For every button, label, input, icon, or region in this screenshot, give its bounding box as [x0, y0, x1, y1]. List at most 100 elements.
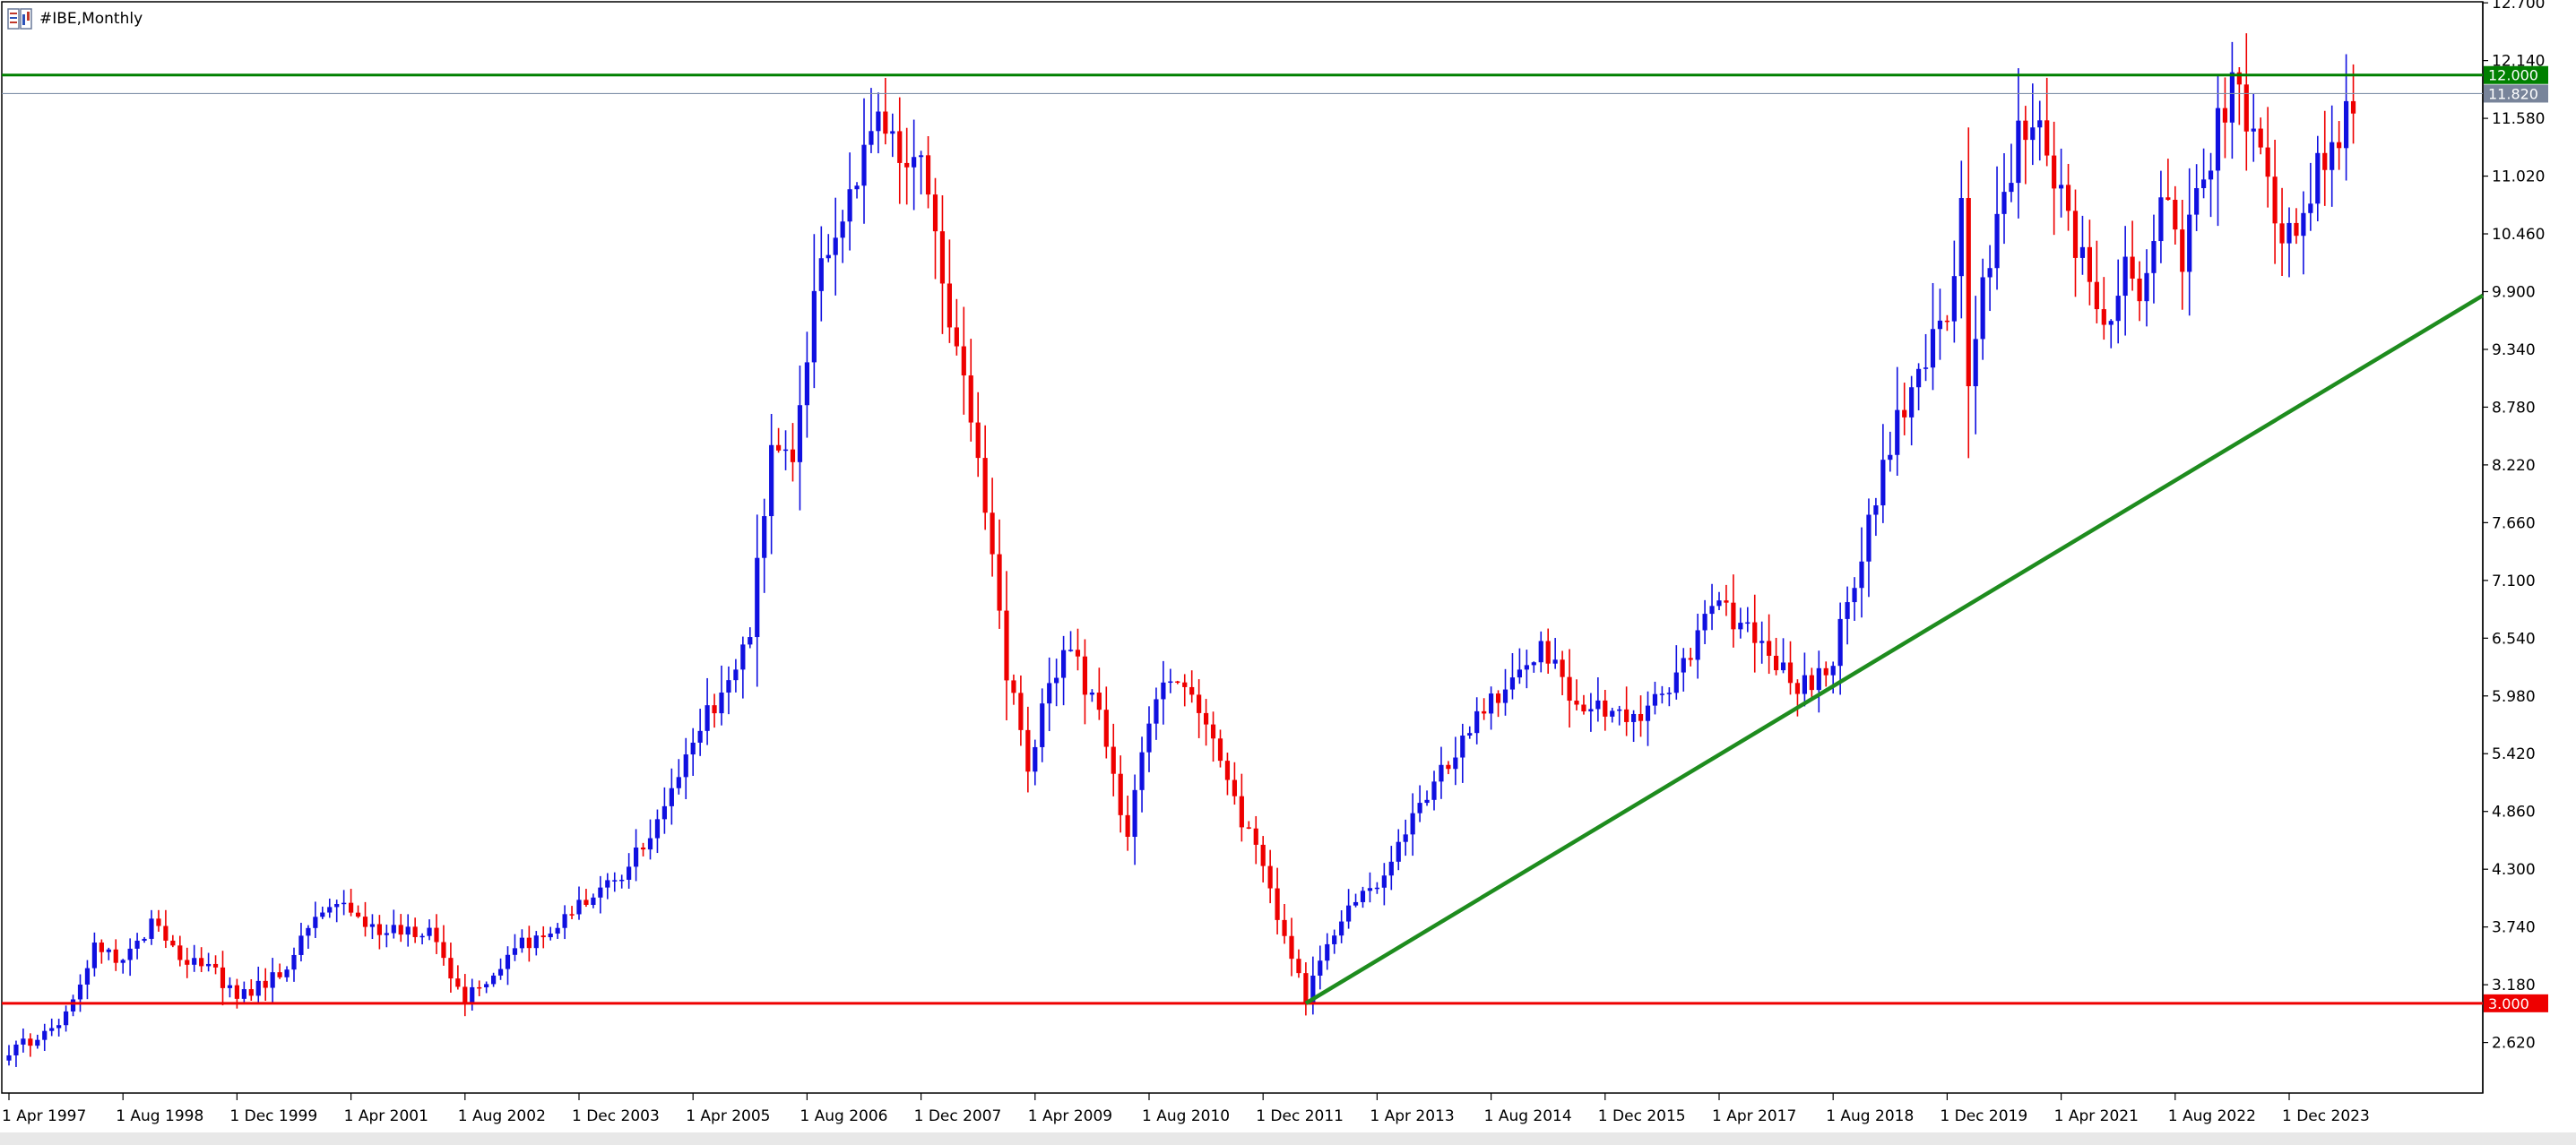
candle-body: [1631, 713, 1637, 722]
chart-window[interactable]: #IBE,Monthly 12.000 11.820 3.000 12.700 12.…: [0, 0, 2576, 1145]
time-tick-label: 1 Apr 2013: [1370, 1107, 1454, 1125]
candle-body: [612, 880, 618, 882]
price-tick-label: 5.980: [2492, 688, 2536, 706]
candle: [277, 963, 282, 979]
candle-body: [1474, 710, 1480, 734]
candle-body: [2272, 176, 2278, 224]
candle-body: [712, 705, 717, 714]
price-tick-label: 11.580: [2492, 110, 2545, 128]
candle: [869, 88, 874, 153]
candle-body: [1595, 700, 1601, 710]
candle-body: [1282, 919, 1287, 936]
candle: [1253, 815, 1258, 865]
candle-body: [555, 927, 560, 934]
candle-body: [1410, 813, 1415, 835]
candle-body: [234, 985, 239, 999]
candle-body: [1325, 943, 1330, 961]
candle-body: [149, 918, 154, 939]
candle: [1353, 893, 1359, 908]
candle: [1439, 746, 1444, 799]
candle: [270, 958, 275, 1004]
candle-body: [1318, 960, 1323, 976]
candle-body: [1346, 905, 1352, 922]
candle: [1873, 497, 1879, 537]
candle-body: [1603, 700, 1608, 717]
candle: [99, 939, 104, 964]
candle-body: [2023, 120, 2028, 141]
candle: [1509, 653, 1516, 700]
candle: [391, 909, 396, 939]
candle-body: [320, 912, 325, 917]
time-tick-label: 1 Aug 2002: [458, 1107, 546, 1125]
candle-body: [1267, 865, 1273, 889]
candle-body: [740, 644, 746, 670]
candle-body: [1980, 277, 1985, 340]
candle: [2165, 159, 2171, 201]
candle: [1424, 790, 1430, 806]
price-tick-label: 7.100: [2492, 572, 2536, 590]
candle-body: [1509, 677, 1516, 690]
price-tick-label: 9.340: [2492, 341, 2536, 359]
candle-body: [2215, 108, 2221, 171]
time-tick-label: 1 Apr 2009: [1028, 1107, 1112, 1125]
candle: [1695, 613, 1700, 679]
candle: [1431, 771, 1437, 811]
candle-body: [2315, 152, 2321, 204]
time-tick-label: 1 Apr 1997: [2, 1107, 86, 1125]
candle-body: [477, 986, 482, 989]
candle-body: [1075, 650, 1081, 657]
price-chart[interactable]: 12.00011.8203.000 12.70012.14011.58011.0…: [0, 0, 2576, 1145]
candle-body: [1852, 588, 1857, 603]
candle: [2322, 110, 2328, 206]
candle-body: [676, 777, 681, 788]
candle: [1652, 681, 1658, 715]
candle: [804, 331, 809, 438]
candle: [505, 946, 511, 986]
price-tick-label: 5.420: [2492, 745, 2536, 763]
candle: [683, 737, 688, 800]
candle: [1303, 962, 1309, 1016]
uptrend-line[interactable]: [1304, 293, 2485, 1005]
candle-body: [2009, 183, 2014, 193]
candle-body: [904, 162, 910, 168]
candle-body: [2222, 108, 2228, 123]
candle-body: [1424, 799, 1430, 804]
candle: [1489, 686, 1494, 730]
candle: [1175, 680, 1180, 684]
candle-body: [2101, 309, 2106, 325]
candle-body: [854, 185, 860, 190]
candle-body: [2251, 128, 2256, 132]
candle: [847, 152, 852, 251]
candle-body: [548, 934, 553, 938]
candle-body: [1524, 665, 1529, 670]
candle: [1752, 594, 1758, 673]
candle-body: [362, 917, 368, 927]
candle-body: [1018, 693, 1024, 730]
candle: [2243, 33, 2249, 171]
candle-body: [755, 557, 760, 638]
price-tick-label: 10.460: [2492, 226, 2545, 244]
candle: [405, 914, 411, 947]
candle-body: [334, 904, 340, 908]
candle-body: [2030, 127, 2036, 141]
candle-body: [1396, 841, 1401, 862]
candle: [56, 1019, 62, 1037]
candle-body: [2059, 185, 2064, 189]
candle: [2272, 139, 2278, 264]
candle: [2037, 100, 2043, 161]
candle: [1617, 705, 1622, 726]
candle: [113, 939, 118, 971]
candle: [2301, 191, 2306, 275]
candle: [91, 932, 97, 977]
candle: [412, 917, 418, 943]
candle-body: [961, 346, 966, 376]
candle: [2001, 153, 2007, 245]
candle-body: [811, 290, 817, 363]
candle: [1816, 650, 1821, 713]
candle-body: [1830, 666, 1836, 676]
candle: [320, 906, 325, 919]
candle-body: [2037, 120, 2043, 128]
candle: [1075, 628, 1081, 671]
candle-body: [1047, 683, 1052, 704]
candle-body: [1809, 675, 1814, 691]
